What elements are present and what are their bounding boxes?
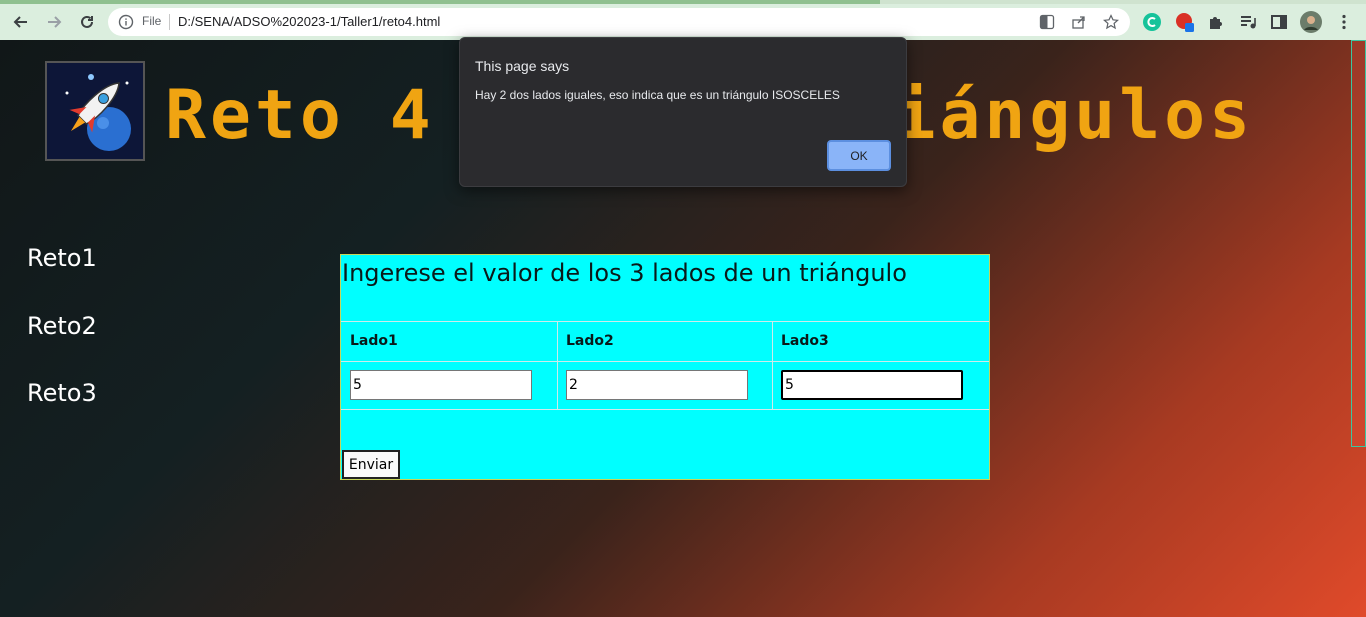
lado1-input[interactable] bbox=[350, 370, 532, 400]
url-text[interactable]: D:/SENA/ADSO%202023-1/Taller1/reto4.html bbox=[178, 14, 440, 29]
share-icon[interactable] bbox=[1070, 13, 1088, 31]
column-label-lado3: Lado3 bbox=[781, 333, 829, 349]
arrow-left-icon bbox=[13, 16, 27, 28]
lado2-input[interactable] bbox=[566, 370, 748, 400]
table-divider bbox=[772, 321, 773, 409]
sidebar-link-reto3[interactable]: Reto3 bbox=[27, 379, 97, 407]
table-divider bbox=[341, 409, 989, 410]
browser-menu-icon[interactable] bbox=[1333, 11, 1355, 33]
address-bar[interactable]: File D:/SENA/ADSO%202023-1/Taller1/reto4… bbox=[108, 8, 1130, 36]
sidebar-link-reto1[interactable]: Reto1 bbox=[27, 244, 97, 272]
dialog-title: This page says bbox=[475, 58, 570, 74]
column-label-lado2: Lado2 bbox=[566, 333, 614, 349]
media-queue-icon[interactable] bbox=[1237, 11, 1259, 33]
table-divider bbox=[341, 321, 989, 322]
form-heading: Ingerese el valor de los 3 lados de un t… bbox=[342, 259, 907, 287]
forward-button[interactable] bbox=[42, 10, 66, 34]
table-divider bbox=[341, 361, 989, 362]
back-button[interactable] bbox=[9, 10, 33, 34]
url-separator bbox=[169, 14, 170, 30]
grammarly-icon[interactable] bbox=[1141, 11, 1163, 33]
dialog-ok-button[interactable]: OK bbox=[827, 140, 891, 171]
url-scheme-label: File bbox=[142, 14, 162, 28]
profile-avatar-icon[interactable] bbox=[1300, 11, 1322, 33]
bookmark-star-icon[interactable] bbox=[1102, 13, 1120, 31]
rocket-icon bbox=[47, 63, 143, 159]
side-panel-icon[interactable] bbox=[1268, 11, 1290, 33]
alert-dialog: This page says Hay 2 dos lados iguales, … bbox=[459, 37, 907, 187]
triangle-form: Ingerese el valor de los 3 lados de un t… bbox=[340, 254, 990, 480]
title-left: Reto 4 bbox=[165, 76, 435, 155]
column-label-lado1: Lado1 bbox=[350, 333, 398, 349]
rocket-logo bbox=[45, 61, 145, 161]
sidebar-link-reto2[interactable]: Reto2 bbox=[27, 312, 97, 340]
translate-icon[interactable] bbox=[1038, 13, 1056, 31]
lado3-input[interactable] bbox=[781, 370, 963, 400]
submit-button[interactable]: Enviar bbox=[342, 450, 400, 479]
info-icon[interactable] bbox=[118, 14, 134, 34]
reload-button[interactable] bbox=[75, 10, 99, 34]
extensions-puzzle-icon[interactable] bbox=[1205, 11, 1227, 33]
arrow-right-icon bbox=[48, 16, 62, 28]
extension-red-icon[interactable] bbox=[1174, 11, 1196, 33]
browser-toolbar: File D:/SENA/ADSO%202023-1/Taller1/reto4… bbox=[0, 4, 1366, 40]
reload-icon bbox=[81, 15, 93, 28]
page-scrollbar[interactable] bbox=[1351, 40, 1366, 447]
dialog-message: Hay 2 dos lados iguales, eso indica que … bbox=[475, 88, 840, 102]
table-divider bbox=[557, 321, 558, 409]
